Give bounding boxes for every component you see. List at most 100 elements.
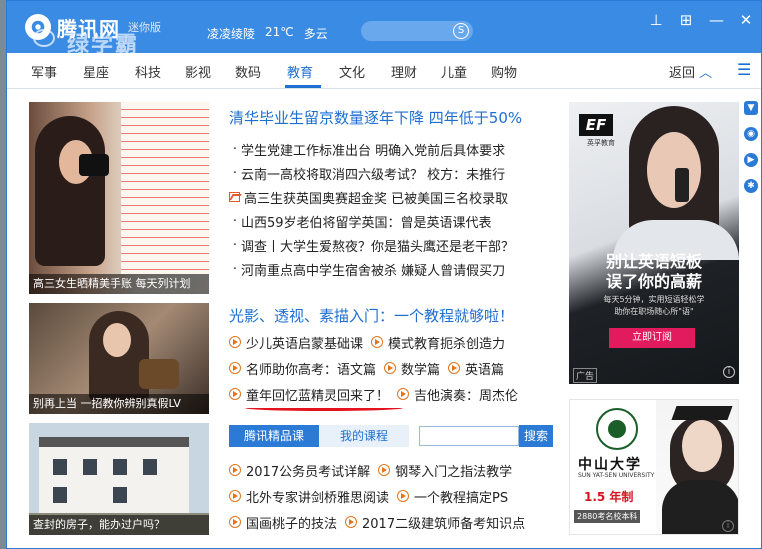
news-item[interactable]: · 云南一高校将取消四六级考试？ 校方：未推行 (229, 161, 549, 185)
tab-featured-courses[interactable]: 腾讯精品课 (229, 425, 319, 447)
play-icon (229, 516, 241, 528)
course-item[interactable]: 2017二级建筑师备考知识点 (345, 513, 525, 532)
ad-label: 广告 (573, 368, 598, 383)
course-item[interactable]: 钢琴入门之指法教学 (378, 461, 512, 480)
info-icon[interactable]: i (722, 520, 734, 532)
course-title: 国画桃子的技法 (246, 516, 338, 532)
play-icon (384, 362, 397, 374)
bullet: · (232, 261, 238, 277)
video-item[interactable]: 模式教育扼杀创造力 (371, 333, 505, 352)
video-item[interactable]: 名师助你高考：语文篇 (229, 359, 376, 378)
thumbnail-caption: 高三女生晒精美手账 每天列计划 (29, 274, 209, 294)
nav-item-astrology[interactable]: 星座 (83, 62, 109, 81)
red-underline-annotation (245, 405, 403, 411)
course-row: 北外专家讲剑桥雅思阅读 一个教程搞定PS (229, 483, 559, 509)
thumbnail-lv[interactable]: 别再上当 一招教你辨别真假LV (29, 303, 209, 414)
house-window (113, 459, 127, 475)
nav-item-finance[interactable]: 理财 (391, 62, 417, 81)
video-item[interactable]: 少儿英语启蒙基础课 (229, 333, 363, 352)
video-icon[interactable]: ▶ (744, 153, 758, 167)
news-item[interactable]: · 河南重点高中学生宿舍被杀 嫌疑人曾请假买刀 (229, 257, 549, 281)
weather-desc: 多云 (303, 27, 328, 41)
video-title: 童年回忆蓝精灵回来了！ (246, 388, 390, 404)
play-icon (229, 362, 241, 374)
phone-icon (675, 168, 689, 202)
news-item[interactable]: · 调查丨大学生爱熬夜？你是猫头鹰还是老干部？ (229, 233, 549, 257)
graduation-cap-icon (671, 406, 733, 420)
course-title: 北外专家讲剑桥雅思阅读 (246, 490, 390, 506)
nav-item-tech[interactable]: 科技 (135, 62, 161, 81)
thumbnail-caption: 别再上当 一招教你辨别真假LV (29, 394, 209, 414)
news-item[interactable]: · 学生党建工作标准出台 明确入党前后具体要求 (229, 137, 549, 161)
nav-item-culture[interactable]: 文化 (339, 62, 365, 81)
course-item[interactable]: 北外专家讲剑桥雅思阅读 (229, 487, 389, 506)
thumbnail-planner[interactable]: 高三女生晒精美手账 每天列计划 (29, 102, 209, 294)
house-window (143, 459, 157, 475)
program-length: 1.5 年制 (584, 490, 634, 504)
ad-bottom-text: 2880考名校本科 (574, 510, 641, 523)
back-button[interactable]: 返回 ︿ (669, 62, 712, 81)
course-item[interactable]: 2017公务员考试详解 (229, 461, 370, 480)
news-text: 高三生获英国奥赛超金奖 已被美国三名校录取 (244, 191, 509, 207)
video-item[interactable]: 英语篇 (448, 359, 504, 378)
play-icon (229, 464, 241, 476)
course-tabs: 腾讯精品课 我的课程 搜索 (229, 425, 553, 447)
title-search-box[interactable]: S (361, 21, 473, 41)
tab-my-courses[interactable]: 我的课程 (319, 425, 409, 447)
minimize-icon[interactable]: — (709, 11, 724, 29)
university-seal-icon (596, 408, 638, 450)
nav-item-digital[interactable]: 数码 (235, 62, 261, 81)
tutorial-headline-link[interactable]: 光影、透视、素描入门：一个教程就够啦！ (229, 305, 514, 326)
nav-item-movies[interactable]: 影视 (185, 62, 211, 81)
course-row: 2017公务员考试详解 钢琴入门之指法教学 (229, 457, 559, 483)
nav-item-education[interactable]: 教育 (287, 62, 313, 81)
window-controls: ⊥ ⊞ — ✕ (649, 11, 753, 29)
course-title: 2017二级建筑师备考知识点 (362, 516, 526, 532)
play-icon (371, 336, 384, 348)
title-bar[interactable]: 腾讯网 迷你版 绿学霸 凌凌绫陵 21℃ 多云 S ⊥ ⊞ — ✕ (7, 1, 761, 58)
ef-logo: EF (579, 114, 613, 136)
course-item[interactable]: 一个教程搞定PS (397, 487, 508, 506)
nav-item-military[interactable]: 军事 (31, 62, 57, 81)
ef-english-ad[interactable]: EF 英孚教育 别让英语短板 误了你的高薪 每天5分钟，实用短语轻松学 助你在职… (569, 102, 739, 384)
close-icon[interactable]: ✕ (739, 11, 753, 29)
maximize-icon[interactable]: ⊞ (679, 11, 693, 29)
video-list: 少儿英语启蒙基础课 模式教育扼杀创造力 名师助你高考：语文篇 数学篇 英语篇 童… (229, 329, 559, 407)
thumbnail-house[interactable]: 查封的房子，能办过户吗？ (29, 423, 209, 535)
menu-icon[interactable]: ☰ (737, 60, 751, 79)
house-window (53, 487, 67, 503)
search-icon[interactable]: S (453, 23, 469, 39)
video-item[interactable]: 吉他演奏：周杰伦 (397, 385, 518, 404)
info-icon[interactable]: i (723, 366, 735, 378)
video-item[interactable]: 童年回忆蓝精灵回来了！ (229, 385, 389, 404)
sysu-ad[interactable]: 中山大学 SUN YAT-SEN UNIVERSITY 1.5 年制 2880考… (569, 399, 739, 535)
headline-link[interactable]: 清华毕业生留京数量逐年下降 四年低于50% (229, 107, 522, 128)
play-icon (397, 490, 410, 502)
weather-temp: 21℃ (265, 25, 294, 39)
nav-item-kids[interactable]: 儿童 (441, 62, 467, 81)
chevron-up-icon: ︿ (699, 66, 713, 81)
picture-icon (229, 192, 240, 202)
ad-model-face (647, 132, 701, 208)
video-title: 名师助你高考：语文篇 (246, 362, 377, 378)
news-item[interactable]: 高三生获英国奥赛超金奖 已被美国三名校录取 (229, 185, 549, 209)
news-mini-window: 腾讯网 迷你版 绿学霸 凌凌绫陵 21℃ 多云 S ⊥ ⊞ — ✕ 军事 星座 … (6, 0, 762, 549)
video-item[interactable]: 数学篇 (384, 359, 440, 378)
back-label: 返回 (669, 66, 696, 81)
nav-item-shopping[interactable]: 购物 (491, 62, 517, 81)
qq-icon[interactable]: ◉ (744, 127, 758, 141)
news-item[interactable]: · 山西59岁老伯将留学英国：曾是英语课代表 (229, 209, 549, 233)
pin-icon[interactable]: ⊥ (649, 11, 663, 29)
weather-widget[interactable]: 凌凌绫陵 21℃ 多云 (207, 25, 328, 42)
ad-description-1: 每天5分钟，实用短语轻松学 (603, 295, 705, 304)
video-row: 童年回忆蓝精灵回来了！ 吉他演奏：周杰伦 (229, 381, 559, 407)
subscribe-button[interactable]: 立即订阅 (609, 328, 695, 348)
course-search-button[interactable]: 搜索 (519, 425, 553, 447)
course-search-input[interactable] (419, 426, 519, 446)
course-item[interactable]: 国画桃子的技法 (229, 513, 337, 532)
video-title: 数学篇 (401, 362, 441, 378)
settings-icon[interactable]: ✱ (744, 179, 758, 193)
active-tab-indicator (285, 85, 321, 88)
bookmark-icon[interactable]: ▼ (744, 101, 758, 115)
play-icon (229, 336, 241, 348)
